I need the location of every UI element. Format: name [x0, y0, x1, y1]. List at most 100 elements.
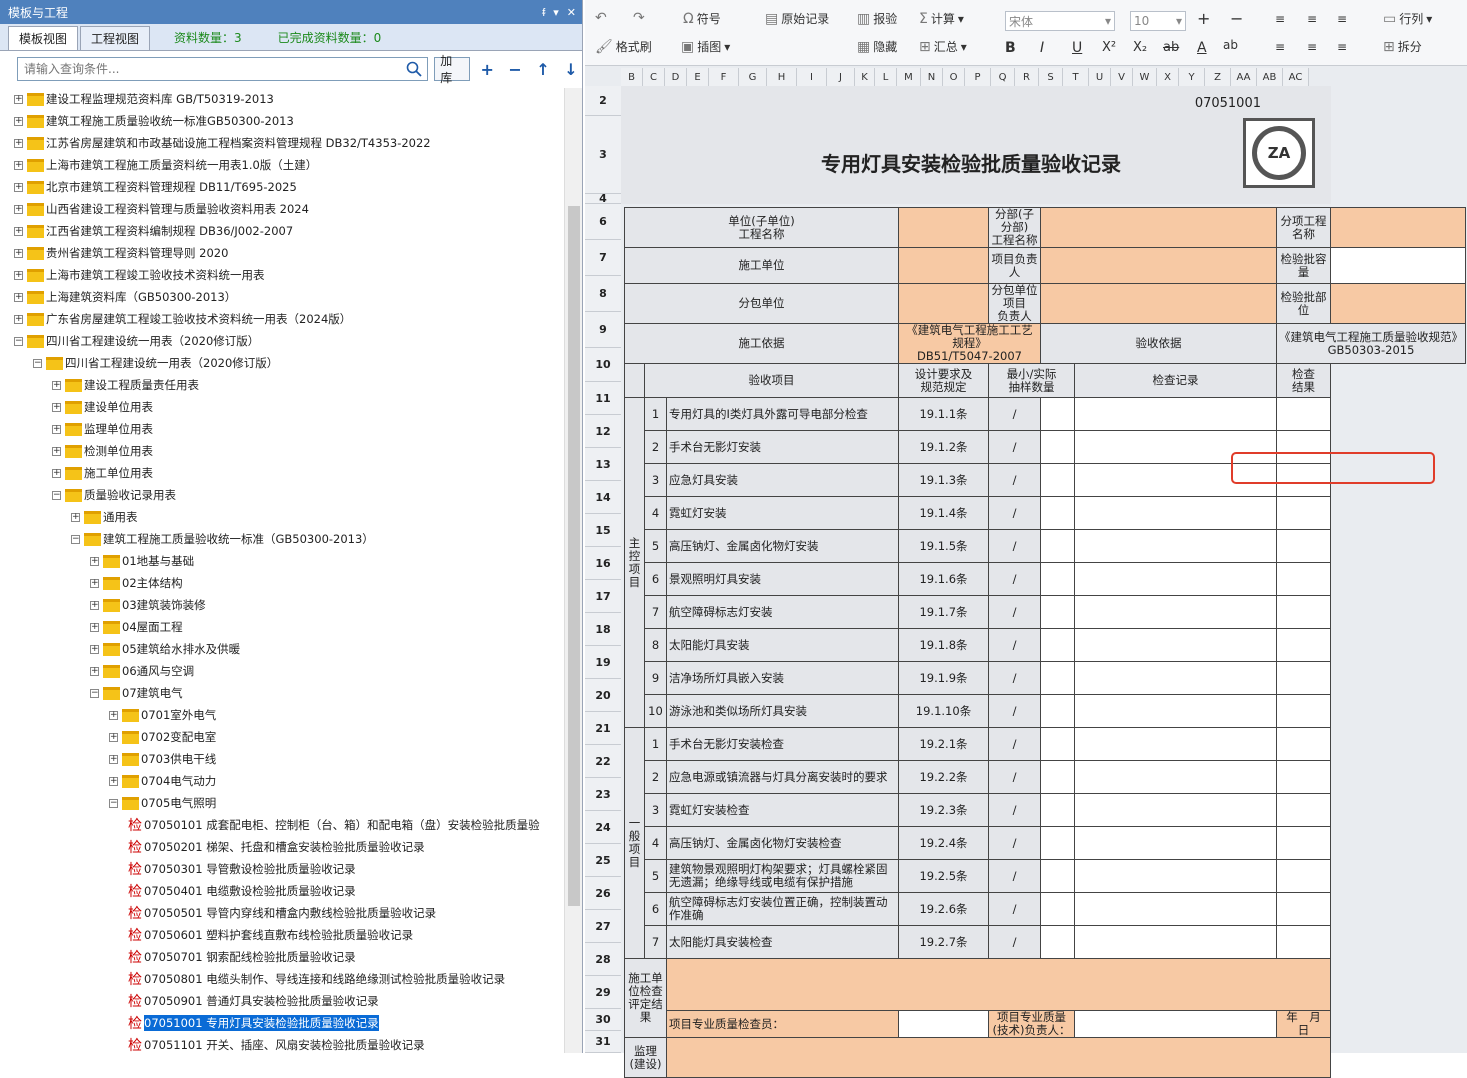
row-header[interactable]: 2 [585, 86, 621, 116]
tree-leaf-item[interactable]: 检 07050801 电缆头制作、导线连接和线路绝缘测试检验批质量验收记录 [128, 968, 505, 990]
item-sample-actual[interactable] [1040, 694, 1075, 728]
font-size-select[interactable]: 10 ▾ [1130, 11, 1186, 31]
tree-folder-item[interactable]: +04屋面工程 [90, 616, 183, 638]
column-header[interactable]: N [921, 68, 943, 86]
column-header[interactable]: K [855, 68, 875, 86]
tree-folder-item[interactable]: + 建筑工程施工质量验收统一标准GB50300-2013 [14, 110, 294, 132]
expand-icon[interactable]: + [14, 116, 23, 126]
tree-folder-item[interactable]: − 07建筑电气 [90, 682, 183, 704]
align-left-icon[interactable]: ≡ [1275, 40, 1285, 54]
expand-icon[interactable]: + [14, 248, 23, 258]
tree-folder-item[interactable]: + 建设工程监理规范资料库 GB/T50319-2013 [14, 88, 274, 110]
item-record[interactable] [1074, 496, 1277, 530]
tree-leaf-item[interactable]: 检 07050701 钢索配线检验批质量验收记录 [128, 946, 356, 968]
move-up-icon[interactable]: ↑ [532, 60, 554, 79]
close-icon[interactable]: ✕ [567, 6, 576, 19]
tree-folder-item[interactable]: + 建设单位用表 [52, 396, 153, 418]
tree-folder-item[interactable]: +06通风与空调 [90, 660, 194, 682]
item-sample-actual[interactable] [1040, 397, 1075, 431]
column-header[interactable]: T [1063, 68, 1089, 86]
tree-folder-item[interactable]: − 0705电气照明 [109, 792, 216, 814]
item-sample-actual[interactable] [1040, 595, 1075, 629]
inspector-label[interactable]: 项目专业质量检查员： [666, 1010, 899, 1038]
row-header[interactable]: 24 [585, 811, 621, 844]
item-record[interactable] [1074, 529, 1277, 563]
item-record[interactable] [1074, 595, 1277, 629]
subscript-button[interactable]: X₂ [1133, 40, 1147, 55]
scrollbar-thumb[interactable] [568, 206, 580, 906]
expand-icon[interactable]: + [52, 380, 61, 390]
column-header[interactable]: W [1133, 68, 1157, 86]
tree-folder-item[interactable]: − 四川省工程建设统一用表（2020修订版） [14, 330, 259, 352]
row-header[interactable]: 30 [585, 1009, 621, 1031]
column-header[interactable]: M [897, 68, 921, 86]
column-header[interactable]: X [1157, 68, 1179, 86]
item-sample-actual[interactable] [1040, 793, 1075, 827]
column-header[interactable]: O [943, 68, 965, 86]
column-header[interactable]: AC [1283, 68, 1309, 86]
row-header[interactable]: 13 [585, 448, 621, 481]
insert-picture-button[interactable]: ▣ 插图 ▾ [681, 38, 730, 55]
align-right-icon[interactable]: ≡ [1337, 40, 1347, 54]
inspector-value[interactable] [898, 1010, 989, 1038]
raw-record-button[interactable]: ▤ 原始记录 [765, 10, 829, 27]
unit-name-value[interactable] [898, 207, 989, 248]
tree-folder-item[interactable]: + 通用表 [71, 506, 138, 528]
tree-folder-item[interactable]: +01地基与基础 [90, 550, 194, 572]
expand-icon[interactable]: + [109, 754, 118, 764]
tree-folder-item[interactable]: + 上海市建筑工程竣工验收技术资料统一用表 [14, 264, 265, 286]
tree-folder-item[interactable]: + 上海建筑资料库（GB50300-2013） [14, 286, 236, 308]
expand-icon[interactable]: + [90, 578, 99, 588]
supervision-value[interactable] [666, 1037, 1331, 1078]
expand-icon[interactable]: + [14, 292, 23, 302]
column-header[interactable]: AA [1231, 68, 1257, 86]
item-record[interactable] [1074, 826, 1277, 860]
column-header[interactable]: U [1089, 68, 1111, 86]
column-header[interactable]: V [1111, 68, 1133, 86]
item-result[interactable] [1276, 892, 1331, 926]
subcontractor-value[interactable] [898, 283, 989, 324]
row-header[interactable]: 3 [585, 116, 621, 194]
item-result[interactable] [1276, 727, 1331, 761]
collapse-icon[interactable]: − [71, 534, 80, 544]
column-header[interactable]: P [965, 68, 991, 86]
tree-leaf-item[interactable]: 检 07050901 普通灯具安装检验批质量验收记录 [128, 990, 379, 1012]
hide-button[interactable]: ▦ 隐藏 [857, 38, 897, 55]
row-header[interactable]: 25 [585, 844, 621, 877]
tree-folder-item[interactable]: + 建设工程质量责任用表 [52, 374, 199, 396]
tech-lead-value[interactable] [1074, 1010, 1277, 1038]
pin-icon[interactable]: ᵮ [542, 6, 545, 19]
item-result[interactable] [1276, 496, 1331, 530]
row-header[interactable]: 18 [585, 613, 621, 646]
align-middle-icon[interactable]: ≡ [1307, 12, 1317, 26]
font-family-select[interactable]: 宋体 ▾ [1005, 11, 1115, 31]
part-name-value[interactable] [1040, 207, 1277, 248]
column-header[interactable]: Z [1205, 68, 1231, 86]
row-header[interactable]: 31 [585, 1031, 621, 1053]
tree-leaf-item[interactable]: 检 07051001 专用灯具安装检验批质量验收记录 [128, 1012, 379, 1034]
increase-font-icon[interactable]: + [1197, 9, 1210, 28]
sub-pm-value[interactable] [1040, 283, 1277, 324]
batch-location-value[interactable] [1330, 283, 1466, 324]
item-sample-actual[interactable] [1040, 826, 1075, 860]
row-header[interactable]: 4 [585, 192, 621, 205]
tree-folder-item[interactable]: +0704电气动力 [109, 770, 216, 792]
tab-project-view[interactable]: 工程视图 [80, 26, 151, 50]
column-header[interactable]: S [1039, 68, 1063, 86]
row-header[interactable]: 16 [585, 547, 621, 580]
item-sample-actual[interactable] [1040, 925, 1075, 959]
column-header[interactable]: J [827, 68, 855, 86]
item-sample-actual[interactable] [1040, 859, 1075, 893]
row-header[interactable]: 22 [585, 745, 621, 778]
align-center-icon[interactable]: ≡ [1307, 40, 1317, 54]
tree-folder-item[interactable]: + 贵州省建筑工程资料管理导则 2020 [14, 242, 228, 264]
tree-folder-item[interactable]: + 检测单位用表 [52, 440, 153, 462]
item-record[interactable] [1074, 397, 1277, 431]
item-result[interactable] [1276, 793, 1331, 827]
row-header[interactable]: 17 [585, 580, 621, 613]
item-record[interactable] [1074, 925, 1277, 959]
font-color-button[interactable]: A [1197, 40, 1207, 56]
item-result[interactable] [1276, 529, 1331, 563]
column-header[interactable]: R [1015, 68, 1039, 86]
expand-icon[interactable]: + [90, 644, 99, 654]
